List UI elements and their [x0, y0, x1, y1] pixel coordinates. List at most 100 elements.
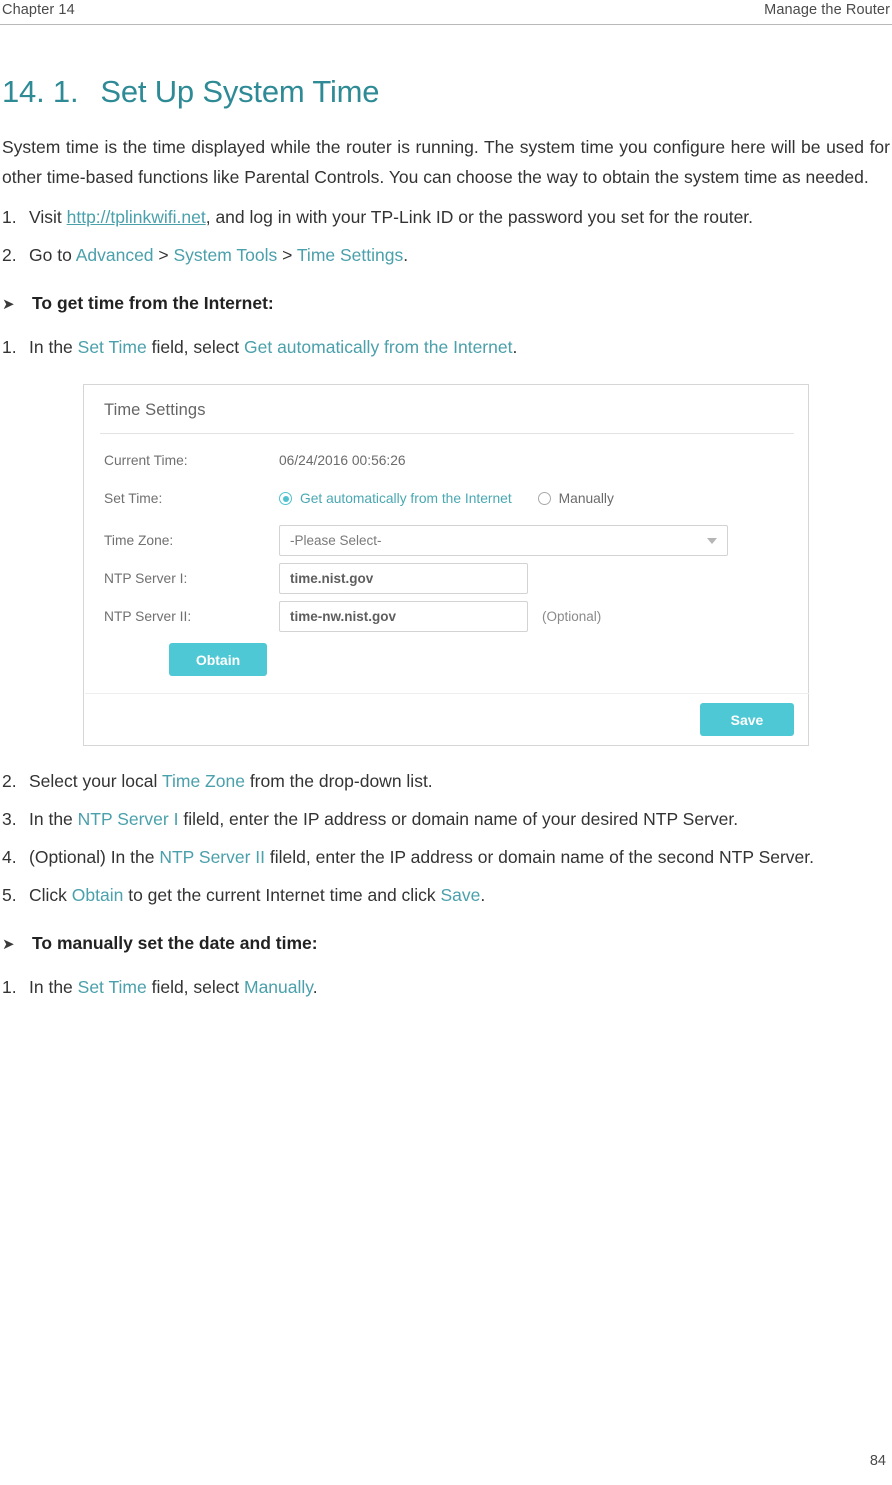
step-text-prefix: In the [29, 337, 78, 357]
time-zone-value: -Please Select- [290, 533, 382, 548]
steps-bottom-list: 2. Select your local Time Zone from the d… [2, 766, 890, 910]
obtain-button[interactable]: Obtain [169, 643, 267, 676]
step-text-mid: field, select [146, 337, 244, 357]
list-item: 1. Visit http://tplinkwifi.net, and log i… [2, 202, 890, 232]
menu-sep-2: > [277, 245, 297, 265]
step-text-prefix: (Optional) In the [29, 847, 160, 867]
field-name-ntp-server-1: NTP Server I [77, 809, 179, 829]
label-set-time: Set Time: [104, 491, 163, 506]
step-marker: 3. [2, 809, 17, 829]
intro-paragraph: System time is the time displayed while … [2, 137, 890, 187]
step-text-prefix: In the [29, 977, 78, 997]
page-title-number: 14. 1. [2, 74, 79, 109]
time-zone-select[interactable]: -Please Select- [279, 525, 728, 556]
radio-get-automatically[interactable]: Get automatically from the Internet [279, 491, 538, 506]
section1-steps: 1. In the Set Time field, select Get auto… [2, 332, 890, 362]
steps-top-list: 1. Visit http://tplinkwifi.net, and log i… [2, 202, 890, 270]
step-marker: 4. [2, 847, 17, 867]
field-name-ntp-server-2: NTP Server II [159, 847, 266, 867]
label-ntp-server-1: NTP Server I: [104, 571, 188, 586]
list-item: 4. (Optional) In the NTP Server II fileld… [2, 842, 890, 872]
button-name-save: Save [440, 885, 481, 905]
step-text-prefix: Click [29, 885, 72, 905]
row-time-zone: Time Zone: -Please Select- [104, 525, 728, 556]
row-current-time: Current Time: 06/24/2016 00:56:26 [104, 453, 406, 468]
step-marker: 2. [2, 771, 17, 791]
document-page: Chapter 14 Manage the Router 14. 1. Set U… [0, 0, 892, 1485]
step-text-suffix: , and log in with your TP-Link ID or the… [205, 207, 754, 227]
section-heading-text: To manually set the date and time: [32, 933, 318, 953]
label-ntp-server-2: NTP Server II: [104, 609, 192, 624]
page-footer: 84 [0, 1453, 892, 1469]
step-text-suffix: from the drop-down list. [244, 771, 433, 791]
row-set-time: Set Time: Get automatically from the Int… [104, 491, 640, 506]
section-heading-text: To get time from the Internet: [32, 293, 274, 313]
field-name-set-time: Set Time [77, 977, 147, 997]
list-item: 1. In the Set Time field, select Manually… [2, 972, 890, 1002]
radio-manually[interactable]: Manually [537, 491, 640, 506]
radio-unselected-icon[interactable] [537, 492, 551, 505]
chevron-right-icon: ➤ [2, 936, 15, 953]
page-header: Chapter 14 Manage the Router [0, 0, 892, 28]
panel-divider [100, 433, 794, 434]
section-heading-internet: ➤ To get time from the Internet: [2, 288, 890, 320]
panel-title: Time Settings [104, 401, 206, 419]
field-name-set-time: Set Time [77, 337, 147, 357]
label-current-time: Current Time: [104, 453, 188, 468]
field-name-time-zone: Time Zone [161, 771, 245, 791]
list-item: 2. Go to Advanced > System Tools > Time S… [2, 240, 890, 270]
step-text-mid: to get the current Internet time and cli… [123, 885, 441, 905]
step-text-prefix: Go to [29, 245, 76, 265]
section2-steps: 1. In the Set Time field, select Manually… [2, 972, 890, 1002]
step-text-prefix: In the [29, 809, 78, 829]
option-manually: Manually [244, 977, 313, 997]
step-text-suffix: . [480, 885, 486, 905]
step-marker: 2. [2, 245, 17, 265]
chevron-right-icon: ➤ [2, 296, 15, 313]
panel-footer-divider [85, 693, 809, 694]
tplinkwifi-link[interactable]: http://tplinkwifi.net [67, 207, 206, 227]
optional-note: (Optional) [542, 609, 602, 624]
step-text-suffix: . [512, 337, 518, 357]
ntp-server-2-input[interactable]: time-nw.nist.gov [279, 601, 528, 632]
radio-label-auto[interactable]: Get automatically from the Internet [300, 491, 512, 506]
list-item: 5. Click Obtain to get the current Intern… [2, 880, 890, 910]
step-text-prefix: Select your local [29, 771, 162, 791]
ntp-server-1-input[interactable]: time.nist.gov [279, 563, 528, 594]
section-heading-manual: ➤ To manually set the date and time: [2, 928, 890, 960]
step-text-prefix: Visit [29, 207, 67, 227]
page-title: 14. 1. Set Up System Time [2, 74, 890, 110]
step-text-suffix: . [312, 977, 318, 997]
save-button[interactable]: Save [700, 703, 794, 736]
button-name-obtain: Obtain [71, 885, 124, 905]
label-time-zone: Time Zone: [104, 533, 174, 548]
step-text-suffix: fileld, enter the IP address or domain n… [265, 847, 815, 867]
row-ntp-server-1: NTP Server I: time.nist.gov [104, 563, 528, 594]
row-ntp-server-2: NTP Server II: time-nw.nist.gov (Optiona… [104, 601, 601, 632]
step-text-mid: field, select [146, 977, 244, 997]
time-settings-screenshot: Time Settings Current Time: 06/24/2016 0… [83, 384, 809, 746]
menu-path-advanced: Advanced [75, 245, 154, 265]
menu-path-system-tools: System Tools [173, 245, 278, 265]
header-divider [0, 24, 892, 25]
page-number: 84 [869, 1453, 886, 1469]
step-marker: 1. [2, 337, 17, 357]
menu-path-time-settings: Time Settings [296, 245, 404, 265]
header-chapter: Chapter 14 [2, 2, 75, 18]
step-marker: 5. [2, 885, 17, 905]
header-section: Manage the Router [764, 2, 890, 18]
list-item: 2. Select your local Time Zone from the d… [2, 766, 890, 796]
list-item: 3. In the NTP Server I fileld, enter the … [2, 804, 890, 834]
step-marker: 1. [2, 977, 17, 997]
page-title-text: Set Up System Time [100, 74, 380, 109]
menu-sep-1: > [153, 245, 174, 265]
step-marker: 1. [2, 207, 17, 227]
chevron-down-icon[interactable] [707, 537, 717, 544]
radio-label-manually[interactable]: Manually [559, 491, 614, 506]
radio-selected-icon[interactable] [279, 492, 292, 505]
option-get-automatically: Get automatically from the Internet [244, 337, 513, 357]
list-item: 1. In the Set Time field, select Get auto… [2, 332, 890, 362]
step-text-suffix: . [403, 245, 409, 265]
page-content: 14. 1. Set Up System Time System time is … [0, 28, 892, 1010]
step-text-suffix: fileld, enter the IP address or domain n… [178, 809, 739, 829]
